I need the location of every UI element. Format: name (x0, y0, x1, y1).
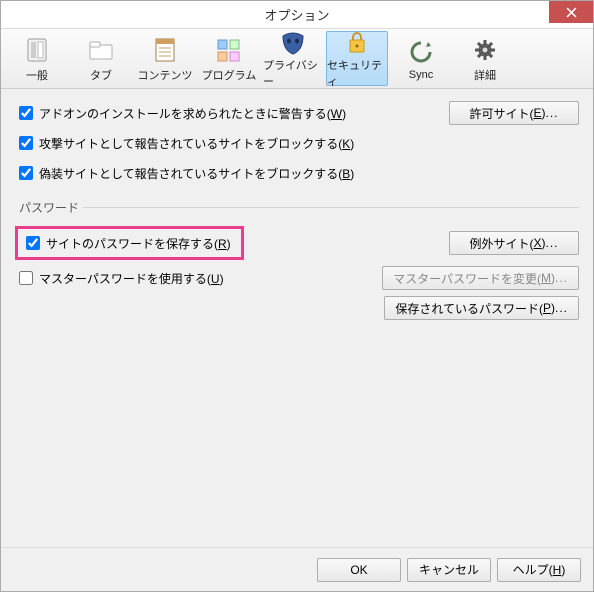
master-password-label: マスターパスワードを使用する(U) (39, 270, 224, 287)
ok-button[interactable]: OK (317, 558, 401, 582)
block-forgery-checkbox[interactable] (19, 166, 33, 180)
dialog-footer: OK キャンセル ヘルプ(H) (1, 547, 593, 591)
remember-passwords-checkbox[interactable] (26, 236, 40, 250)
toolbar-item-apps[interactable]: プログラム (198, 31, 260, 86)
options-window: オプション 一般 タブ コンテンツプログラムプライバシーセキュリティ Sync 詳細 ア… (0, 0, 594, 592)
block-attack-label: 攻撃サイトとして報告されているサイトをブロックする(K) (39, 135, 354, 152)
warn-addon-label: アドオンのインストールを求められたときに警告する(W) (39, 105, 346, 122)
toolbar-item-switch[interactable]: 一般 (6, 31, 68, 86)
folder-icon (85, 34, 117, 66)
passwords-group: パスワード サイトのパスワードを保存する(R) 例外サイト(X)... (15, 199, 579, 326)
password-exceptions-button[interactable]: 例外サイト(X)... (449, 231, 579, 255)
change-master-password-button: マスターパスワードを変更(M)... (382, 266, 579, 290)
sync-icon (405, 36, 437, 68)
remember-passwords-highlight: サイトのパスワードを保存する(R) (15, 226, 244, 260)
passwords-legend: パスワード (15, 199, 83, 216)
switch-icon (21, 34, 53, 66)
toolbar-item-label: プライバシー (263, 57, 323, 89)
warn-addon-checkbox[interactable] (19, 106, 33, 120)
page-icon (149, 34, 181, 66)
category-toolbar: 一般 タブ コンテンツプログラムプライバシーセキュリティ Sync 詳細 (1, 29, 593, 89)
window-title: オプション (1, 5, 593, 24)
toolbar-item-lock[interactable]: セキュリティ (326, 31, 388, 86)
toolbar-item-label: 詳細 (474, 67, 496, 83)
block-attack-checkbox[interactable] (19, 136, 33, 150)
close-icon (566, 7, 577, 18)
toolbar-item-label: Sync (409, 69, 433, 81)
gear-icon (469, 34, 501, 66)
toolbar-item-page[interactable]: コンテンツ (134, 31, 196, 86)
titlebar: オプション (1, 1, 593, 29)
help-button[interactable]: ヘルプ(H) (497, 558, 581, 582)
toolbar-item-label: タブ (90, 67, 112, 83)
toolbar-item-folder[interactable]: タブ (70, 31, 132, 86)
lock-icon (341, 28, 373, 56)
allowed-sites-button[interactable]: 許可サイト(E)... (449, 101, 579, 125)
saved-passwords-button[interactable]: 保存されているパスワード(P)... (384, 296, 579, 320)
apps-icon (213, 34, 245, 66)
block-forgery-label: 偽装サイトとして報告されているサイトをブロックする(B) (39, 165, 354, 182)
toolbar-item-gear[interactable]: 詳細 (454, 31, 516, 86)
mask-icon (277, 28, 309, 56)
toolbar-item-label: プログラム (202, 67, 257, 83)
toolbar-item-mask[interactable]: プライバシー (262, 31, 324, 86)
toolbar-item-label: 一般 (26, 67, 48, 83)
remember-passwords-label: サイトのパスワードを保存する(R) (46, 235, 231, 252)
close-button[interactable] (549, 1, 593, 23)
toolbar-item-sync[interactable]: Sync (390, 31, 452, 86)
cancel-button[interactable]: キャンセル (407, 558, 491, 582)
toolbar-item-label: コンテンツ (138, 67, 193, 83)
toolbar-item-label: セキュリティ (327, 57, 387, 89)
content-pane: アドオンのインストールを求められたときに警告する(W) 許可サイト(E)... … (1, 89, 593, 547)
master-password-checkbox[interactable] (19, 271, 33, 285)
